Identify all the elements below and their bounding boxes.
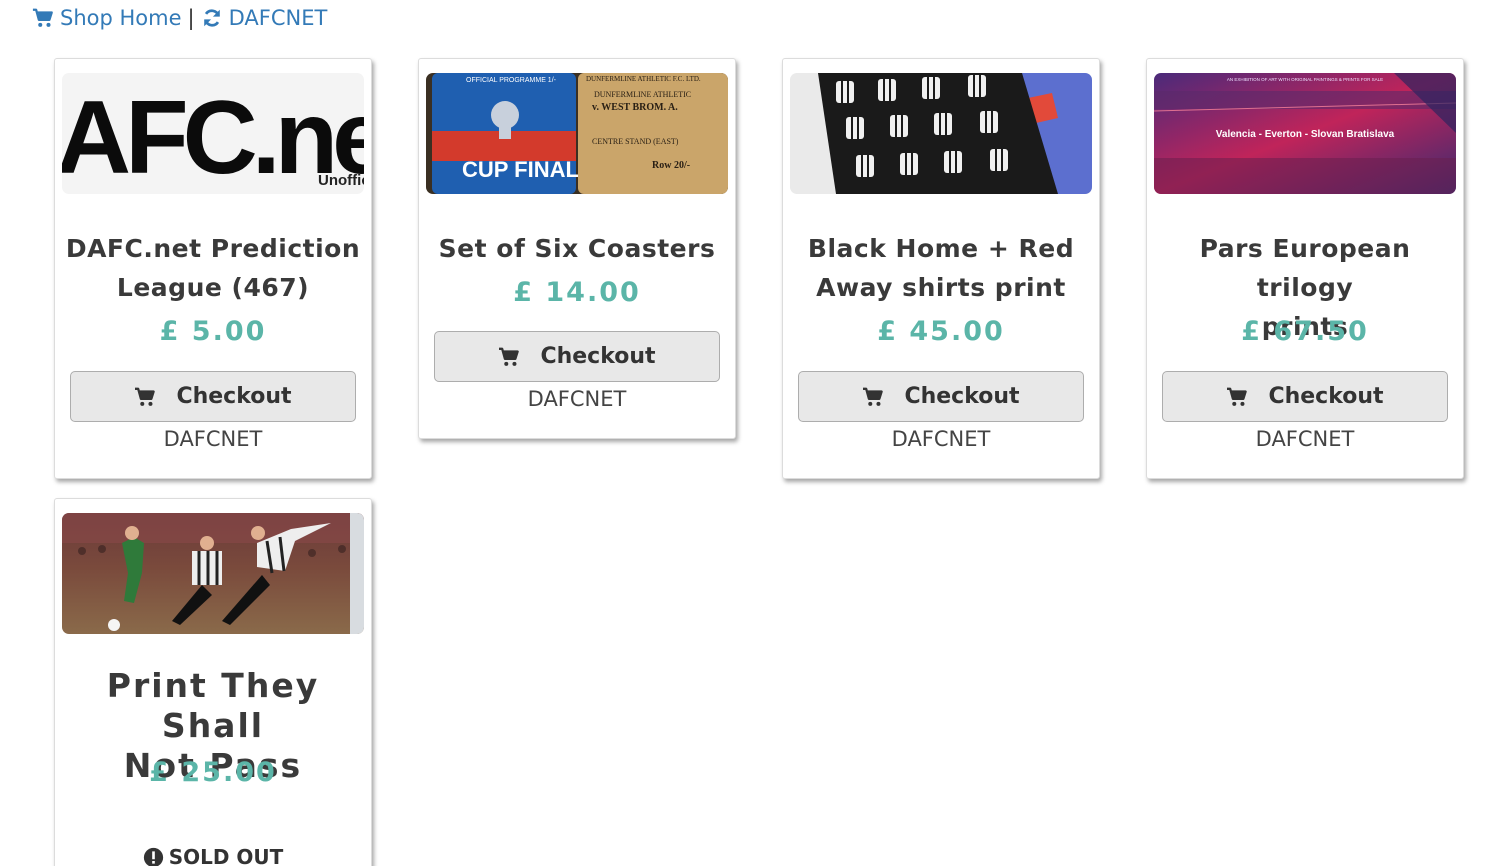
product-card-european-trilogy: AN EXHIBITION OF ART WITH ORIGINAL PAINT… [1146, 58, 1464, 479]
product-card-prediction-league: AFC.ne Unoffic DAFC.net Prediction Leagu… [54, 58, 372, 479]
breadcrumb: Shop Home | DAFCNET [32, 5, 327, 31]
checkout-button[interactable]: Checkout [798, 371, 1084, 422]
product-price: £ 25.00 [149, 757, 277, 788]
svg-text:Unoffic: Unoffic [318, 172, 364, 189]
product-title[interactable]: Set of Six Coasters [419, 229, 735, 268]
shopping-cart-icon [1227, 387, 1248, 406]
checkout-button[interactable]: Checkout [1162, 371, 1448, 422]
sold-out-label: SOLD OUT [55, 845, 371, 866]
svg-text:Valencia - Everton - Slovan Br: Valencia - Everton - Slovan Bratislava [1216, 129, 1395, 140]
shopping-cart-icon [863, 387, 884, 406]
product-title[interactable]: Black Home + Red Away shirts print [783, 229, 1099, 307]
product-image[interactable]: AFC.ne Unoffic [62, 73, 364, 194]
seller-name: DAFCNET [527, 387, 627, 411]
svg-text:CUP FINAL: CUP FINAL [462, 157, 579, 182]
shop-home-label: Shop Home [60, 6, 182, 30]
product-price: £ 5.00 [159, 316, 267, 347]
dafcnet-label: DAFCNET [228, 6, 328, 30]
shopping-cart-icon [499, 347, 520, 366]
shop-home-link[interactable]: Shop Home [32, 6, 182, 30]
checkout-button[interactable]: Checkout [70, 371, 356, 422]
product-price: £ 67.50 [1241, 316, 1369, 347]
checkout-label: Checkout [904, 384, 1020, 409]
dafcnet-link[interactable]: DAFCNET [201, 6, 328, 30]
seller-name: DAFCNET [1255, 427, 1355, 451]
svg-text:v. WEST BROM. A.: v. WEST BROM. A. [592, 102, 678, 113]
refresh-icon [203, 9, 220, 27]
product-price: £ 45.00 [877, 316, 1005, 347]
product-card-coasters: OFFICIAL PROGRAMME 1/- CUP FINAL DUNFERM… [418, 58, 736, 439]
checkout-button[interactable]: Checkout [434, 331, 720, 382]
product-image[interactable] [790, 73, 1092, 194]
svg-text:Row 20/-: Row 20/- [652, 160, 690, 171]
product-card-they-shall-not-pass: Print They Shall Not Pass £ 25.00 SOLD O… [54, 498, 372, 866]
svg-text:DUNFERMLINE ATHLETIC: DUNFERMLINE ATHLETIC [594, 90, 691, 99]
shopping-cart-icon [135, 387, 156, 406]
seller-name: DAFCNET [163, 427, 263, 451]
exclamation-circle-icon [143, 847, 163, 866]
product-image[interactable] [62, 513, 364, 634]
product-image[interactable]: OFFICIAL PROGRAMME 1/- CUP FINAL DUNFERM… [426, 73, 728, 194]
checkout-label: Checkout [540, 344, 656, 369]
shopping-cart-icon [32, 8, 53, 27]
seller-name: DAFCNET [891, 427, 991, 451]
svg-text:DUNFERMLINE ATHLETIC F.C. LTD.: DUNFERMLINE ATHLETIC F.C. LTD. [586, 75, 701, 83]
product-title[interactable]: DAFC.net Prediction League (467) [55, 229, 371, 307]
svg-text:OFFICIAL PROGRAMME 1/-: OFFICIAL PROGRAMME 1/- [466, 77, 557, 84]
svg-text:AN EXHIBITION OF ART WITH ORIG: AN EXHIBITION OF ART WITH ORIGINAL PAINT… [1227, 77, 1383, 82]
product-price: £ 14.00 [513, 277, 641, 308]
breadcrumb-separator: | [187, 6, 195, 30]
checkout-label: Checkout [176, 384, 292, 409]
product-image[interactable]: AN EXHIBITION OF ART WITH ORIGINAL PAINT… [1154, 73, 1456, 194]
svg-text:CENTRE STAND (EAST): CENTRE STAND (EAST) [592, 137, 679, 146]
checkout-label: Checkout [1268, 384, 1384, 409]
product-card-shirts-print: Black Home + Red Away shirts print £ 45.… [782, 58, 1100, 479]
